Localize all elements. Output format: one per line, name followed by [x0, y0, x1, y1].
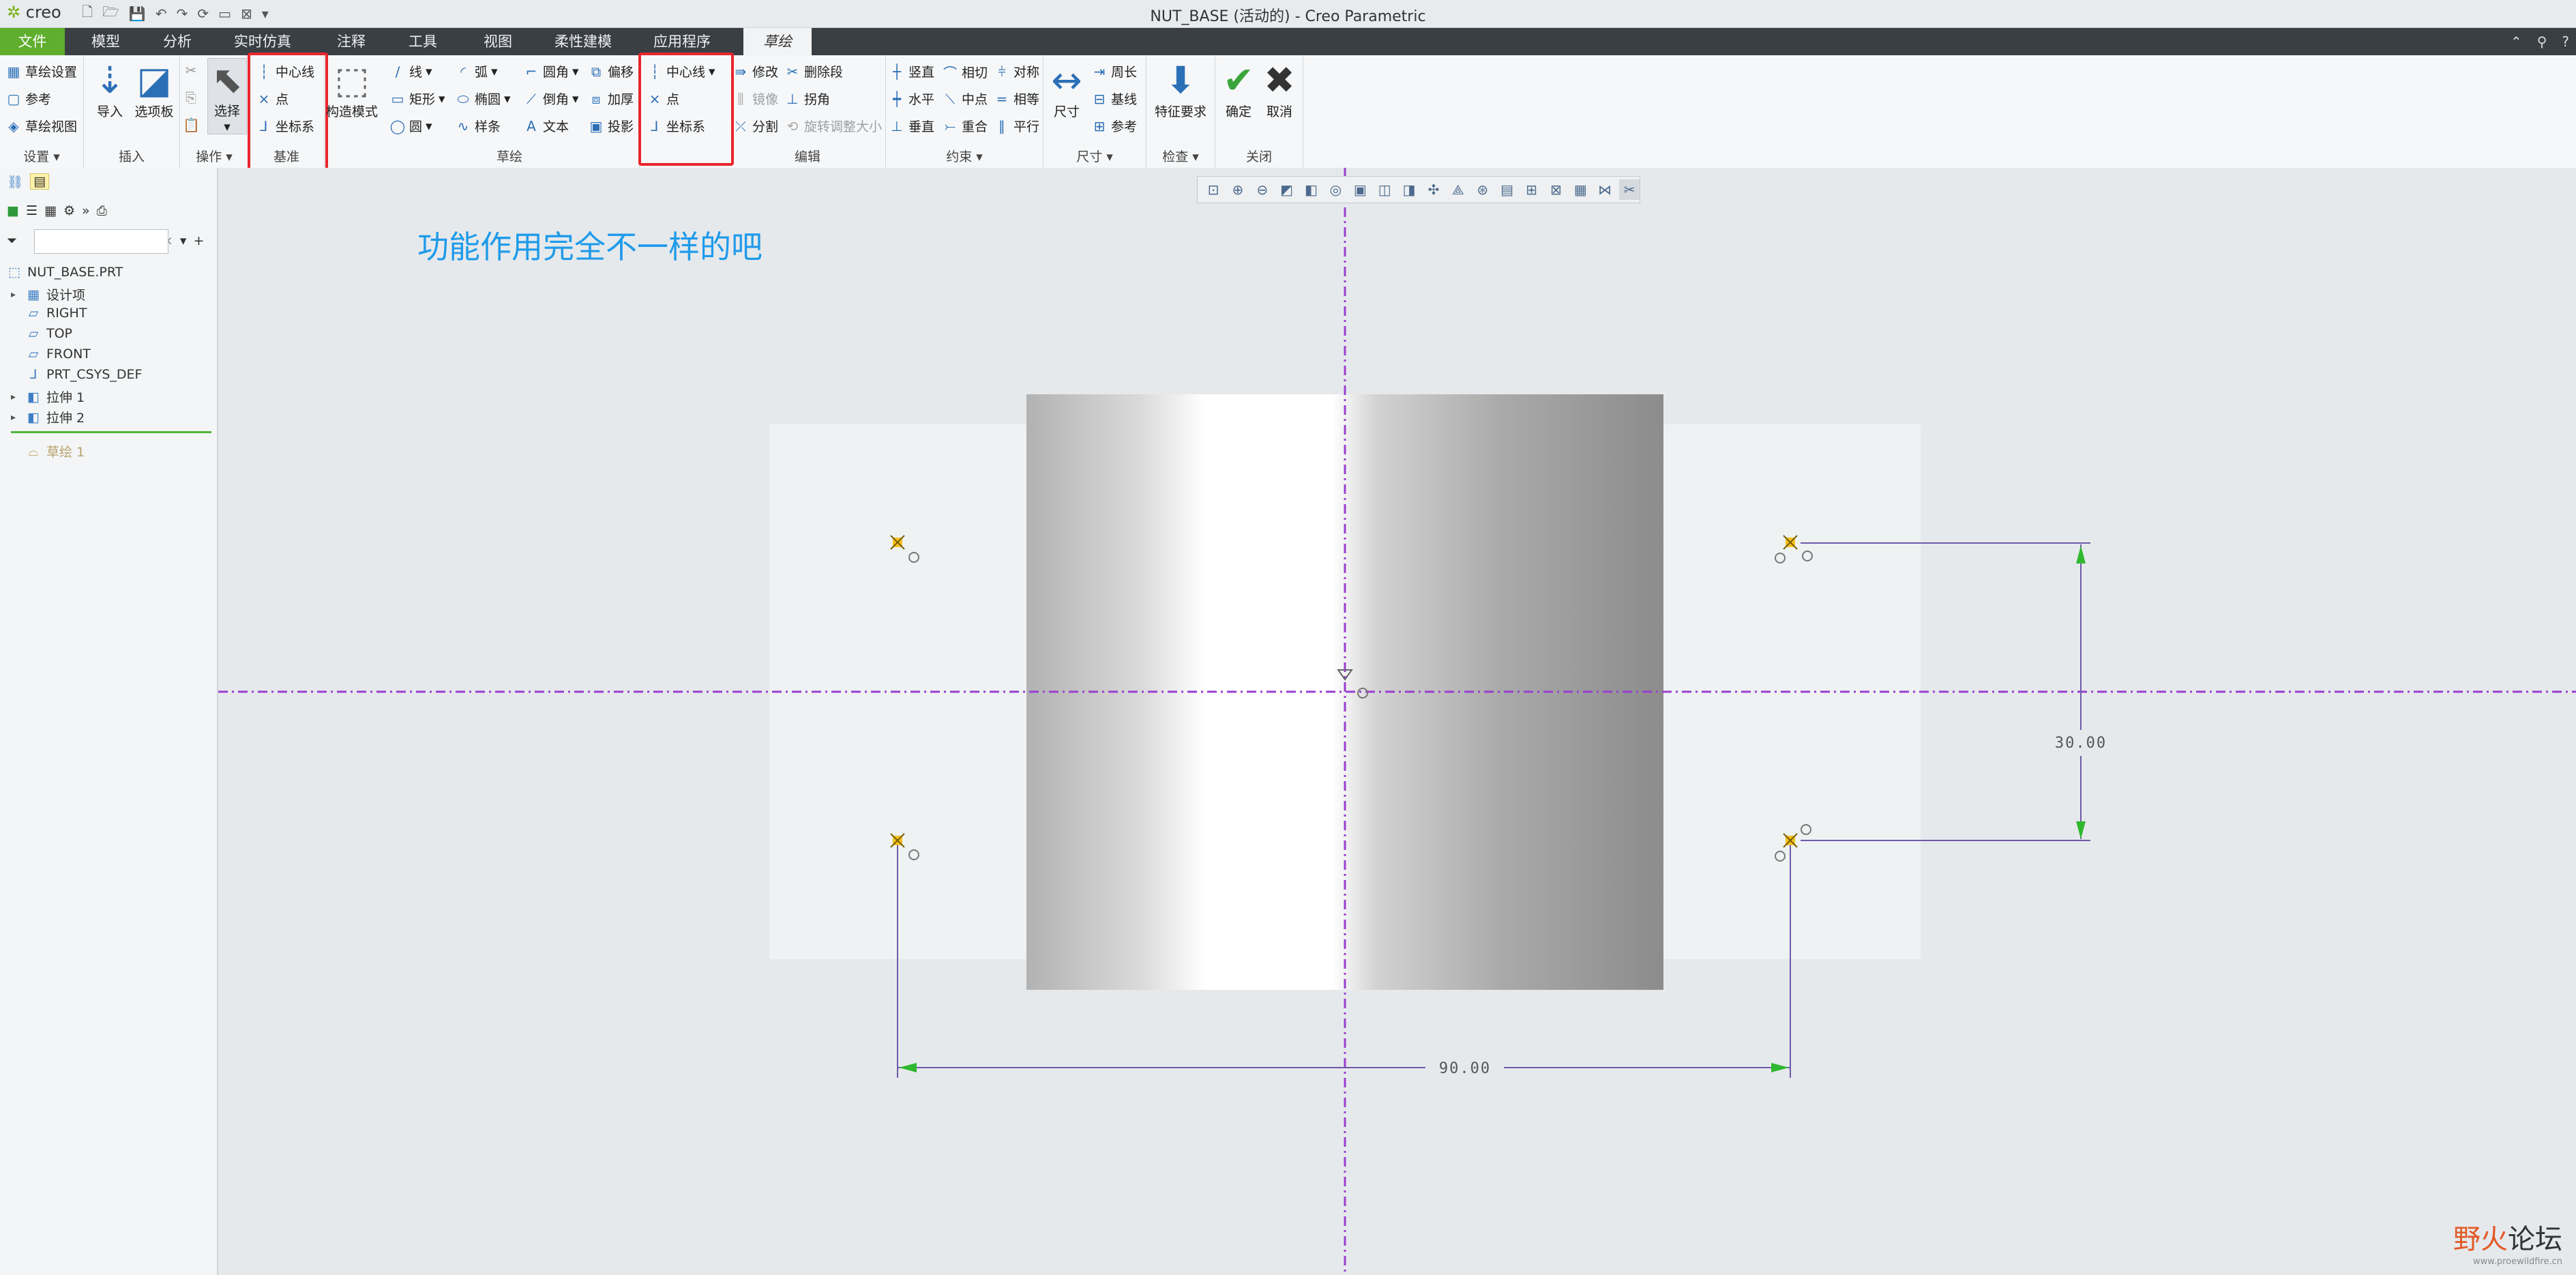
dimension-arrow-right [1771, 1063, 1789, 1072]
sketch-view-icon[interactable]: ▤ [1497, 179, 1518, 200]
watermark: 野火论坛 www.proewildfire.cn [2453, 1217, 2562, 1267]
refit-icon[interactable]: ⊡ [1203, 179, 1224, 200]
zoom-in-icon[interactable]: ⊕ [1228, 179, 1248, 200]
sketch-point-top-left[interactable] [890, 535, 919, 563]
dimension-arrow-bottom [2076, 821, 2086, 839]
dimension-display-icon[interactable]: ⊞ [1522, 179, 1542, 200]
dimension-arrow-left [899, 1063, 917, 1072]
sketch-display-filter-icon[interactable]: ✂ [1619, 179, 1640, 200]
zoom-out-icon[interactable]: ⊖ [1252, 179, 1273, 200]
constraint-display-icon[interactable]: ⊠ [1545, 179, 1566, 200]
dimension-arrow-top [2076, 546, 2086, 563]
sketch-point-bottom-left[interactable] [890, 833, 919, 860]
origin-constraint-symbol [1337, 669, 1368, 699]
watermark-logo: 野火论坛 [2453, 1224, 2562, 1255]
repaint-icon[interactable]: ◩ [1277, 179, 1297, 200]
vertex-display-icon[interactable]: ⋈ [1595, 179, 1615, 200]
watermark-url: www.proewildfire.cn [2473, 1257, 2562, 1267]
view-manager-icon[interactable]: ▣ [1350, 179, 1370, 200]
dimension-vertical-value[interactable]: 30.00 [2055, 735, 2107, 752]
annotation-text: 功能作用完全不一样的吧 [417, 229, 763, 265]
datum-display-icon[interactable]: ✣ [1423, 179, 1444, 200]
sketch-point-top-right[interactable] [1775, 535, 1813, 563]
graphics-view-toolbar: ⊡ ⊕ ⊖ ◩ ◧ ◎ ▣ ◫ ◨ ✣ ⟁ ⊛ ▤ ⊞ ⊠ ▦ ⋈ ✂ [1197, 176, 1640, 203]
dimension-horizontal-value[interactable]: 90.00 [1439, 1060, 1491, 1077]
grid-display-icon[interactable]: ▦ [1570, 179, 1590, 200]
annotation-display-icon[interactable]: ⟁ [1448, 179, 1468, 200]
sketch-point-bottom-right[interactable] [1775, 824, 1811, 862]
spin-center-icon[interactable]: ⊛ [1472, 179, 1493, 200]
display-style-icon[interactable]: ◧ [1301, 179, 1322, 200]
saved-orientations-icon[interactable]: ◎ [1325, 179, 1346, 200]
perspective-icon[interactable]: ◫ [1374, 179, 1395, 200]
section-icon[interactable]: ◨ [1399, 179, 1419, 200]
